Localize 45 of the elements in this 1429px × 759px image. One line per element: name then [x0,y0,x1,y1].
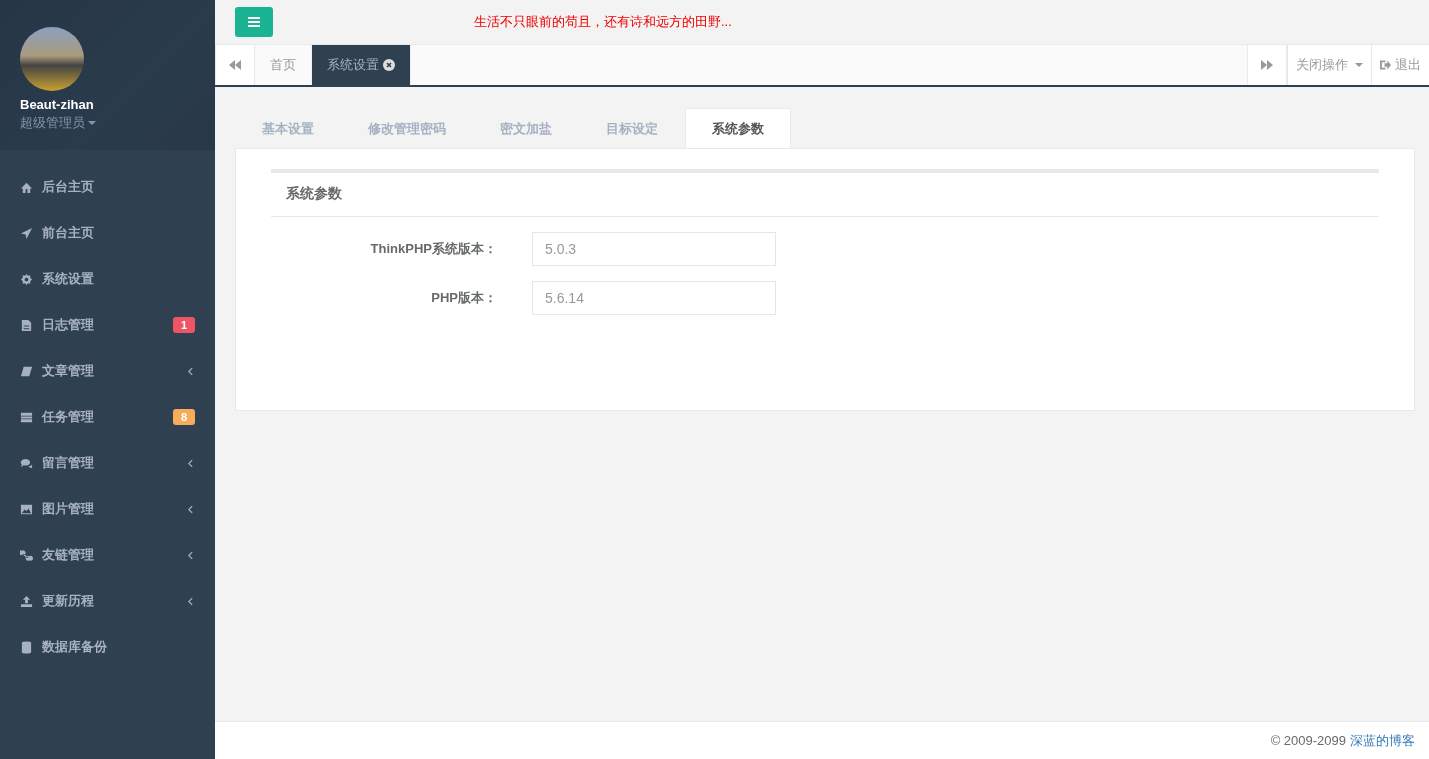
panel-title: 系统参数 [271,173,1379,217]
paper-plane-icon [20,226,33,240]
count-badge: 8 [172,409,195,425]
page-tab[interactable]: 系统设置 [312,45,411,85]
close-actions-dropdown[interactable]: 关闭操作 [1287,45,1371,85]
sidebar-menu-item[interactable]: 后台主页 [0,164,215,210]
menu-toggle-button[interactable] [235,7,273,37]
home-icon [20,180,33,194]
sidebar-menu-item[interactable]: 图片管理 [0,486,215,532]
settings-tab[interactable]: 系统参数 [685,108,791,148]
sidebar-menu-item[interactable]: 更新历程 [0,578,215,624]
sidebar-menu-item[interactable]: 任务管理 8 [0,394,215,440]
motto-text: 生活不只眼前的苟且，还有诗和远方的田野... [474,13,732,31]
copyright-text: © 2009-2099 [1270,733,1346,748]
double-right-arrow-icon [1261,60,1273,70]
sidebar-menu-item[interactable]: 系统设置 [0,256,215,302]
gear-icon [20,272,33,286]
document-icon [20,318,33,332]
database-icon [20,640,33,654]
role-dropdown[interactable]: 超级管理员 [20,114,96,132]
sidebar-menu-item[interactable]: 前台主页 [0,210,215,256]
sign-out-icon [1380,60,1391,70]
blog-link[interactable]: 深蓝的博客 [1350,731,1415,750]
sidebar-menu-item[interactable]: 数据库备份 [0,624,215,670]
input-field[interactable]: 5.0.3 [532,232,776,266]
close-icon[interactable] [383,59,395,71]
field-label: ThinkPHP系统版本： [369,240,498,258]
sidebar-menu-item[interactable]: 友链管理 [0,532,215,578]
double-left-arrow-icon [229,60,241,70]
logout-button[interactable]: 退出 [1371,45,1429,85]
menu-icon [248,17,260,27]
input-field[interactable]: 5.6.14 [532,281,776,315]
field-label: PHP版本： [430,289,498,307]
user-name: Beaut-zihan [20,97,95,112]
book-icon [20,364,33,378]
sidebar-menu-item[interactable]: 文章管理 [0,348,215,394]
chat-bubbles-icon [20,456,33,470]
scroll-right-button[interactable] [1247,45,1287,85]
list-icon [20,410,33,424]
sidebar-menu-item[interactable]: 留言管理 [0,440,215,486]
sidebar-menu-item[interactable]: 日志管理 1 [0,302,215,348]
upload-icon [20,594,33,608]
image-icon [20,502,33,516]
scroll-left-button[interactable] [215,45,255,85]
count-badge: 1 [172,317,195,333]
